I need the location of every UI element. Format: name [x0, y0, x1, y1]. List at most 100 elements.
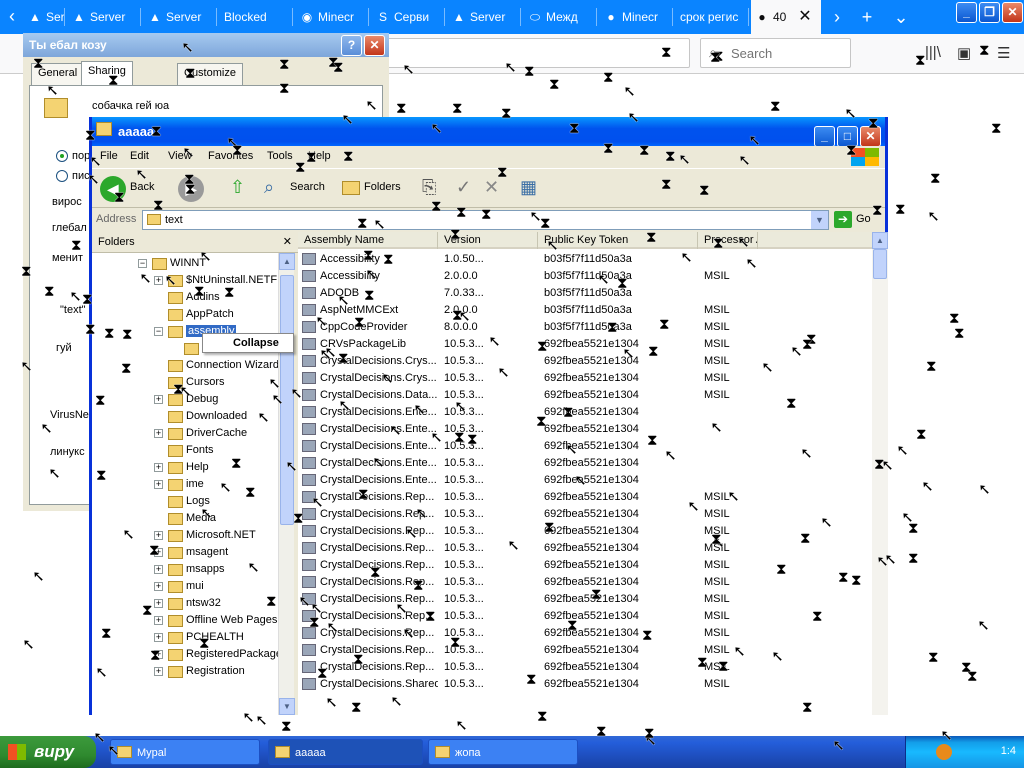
menu-edit[interactable]: Edit [130, 150, 149, 162]
tree-item[interactable]: Logs [154, 494, 278, 511]
tree-item[interactable]: + Offline Web Pages [154, 613, 278, 630]
table-row[interactable]: CrystalDecisions.Rep... 10.5.3... 692fbea5… [298, 523, 872, 540]
tab-sharing[interactable]: Sharing [81, 61, 133, 85]
expand-icon[interactable]: + [154, 582, 163, 591]
expand-icon[interactable]: + [154, 276, 163, 285]
tree-item[interactable]: + ime [154, 477, 278, 494]
table-row[interactable]: CrystalDecisions.Rep... 10.5.3... 692fbea5… [298, 625, 872, 642]
task-mypal[interactable]: Mypal [110, 739, 260, 765]
tray-app-icon[interactable] [936, 744, 952, 760]
close-icon[interactable]: ✕ [364, 35, 385, 56]
share-radio-1[interactable] [56, 150, 68, 162]
folders-icon[interactable] [342, 181, 360, 195]
tab-7[interactable]: ⬭ Межд [524, 0, 596, 34]
menu-file[interactable]: File [100, 150, 118, 162]
table-row[interactable]: CrystalDecisions.Rep... 10.5.3... 692fbea5… [298, 489, 872, 506]
go-button[interactable]: Go [856, 213, 871, 225]
tree-item[interactable]: + RegisteredPackages [154, 647, 288, 664]
minimize-icon[interactable]: _ [814, 126, 835, 147]
tab-4[interactable]: ◉ Minecr [296, 0, 368, 34]
folders-button[interactable]: Folders [364, 181, 401, 193]
expand-icon[interactable]: + [154, 531, 163, 540]
minimize-icon[interactable]: _ [956, 2, 977, 23]
expand-icon[interactable]: + [154, 463, 163, 472]
scroll-thumb[interactable] [873, 249, 887, 279]
close-tab-icon[interactable]: ✕ [793, 0, 817, 34]
collapse-menu-item[interactable]: Collapse [202, 333, 294, 353]
share-radio-2[interactable] [56, 170, 68, 182]
col-public-key-token[interactable]: Public Key Token [538, 232, 698, 249]
search-button[interactable]: Search [290, 181, 325, 193]
expand-icon[interactable]: + [154, 395, 163, 404]
tree-item[interactable]: + ntsw32 [154, 596, 278, 613]
table-row[interactable]: CRVsPackageLib 10.5.3... 692fbea5521e1304 M… [298, 336, 872, 353]
copy-to-icon[interactable]: ✓ [456, 177, 471, 198]
expand-icon[interactable]: + [154, 616, 163, 625]
tree-item[interactable]: Fonts [154, 443, 278, 460]
table-row[interactable]: CrystalDecisions.Crys... 10.5.3... 692fbea… [298, 353, 872, 370]
tree-item[interactable]: + Microsoft.NET [154, 528, 278, 545]
table-row[interactable]: CrystalDecisions.Ente... 10.5.3... 692fbea… [298, 421, 872, 438]
tree-item[interactable]: Media [154, 511, 278, 528]
expand-icon[interactable]: + [154, 480, 163, 489]
scroll-up-icon[interactable]: ▲ [872, 232, 888, 249]
menu-tools[interactable]: Tools [267, 150, 293, 162]
table-row[interactable]: AspNetMMCExt 2.0.0.0 b03f5f7f11d50a3a MSIL [298, 302, 872, 319]
tree-item[interactable]: Connection Wizard [154, 358, 279, 375]
tab-8[interactable]: ● Minecr [600, 0, 672, 34]
table-row[interactable]: Accessibility 2.0.0.0 b03f5f7f11d50a3a MSIL [298, 268, 872, 285]
url-bar[interactable] [385, 38, 690, 68]
new-tab-icon[interactable]: + [854, 0, 880, 34]
tree-item[interactable]: AppPatch [154, 307, 278, 324]
table-row[interactable]: CrystalDecisions.Rep... 10.5.3... 692fbea5… [298, 540, 872, 557]
table-row[interactable]: CrystalDecisions.Rep... 10.5.3... 692fbea5… [298, 591, 872, 608]
library-icon[interactable]: |||\ [925, 44, 941, 61]
tab-5[interactable]: S Серви [372, 0, 444, 34]
tab-3[interactable]: Blocked [220, 0, 292, 34]
up-folder-icon[interactable]: ⇧ [230, 177, 245, 198]
task-aaaaa[interactable]: aaaaa [268, 739, 423, 765]
table-row[interactable]: CrystalDecisions.Rep... 10.5.3... 692fbea5… [298, 659, 872, 676]
scroll-tabs-right-icon[interactable]: › [824, 0, 850, 34]
expand-icon[interactable]: + [154, 429, 163, 438]
window-title-bar[interactable]: aaaaa _ □ ✕ [92, 117, 885, 147]
expand-icon[interactable]: + [154, 599, 163, 608]
expand-icon[interactable]: + [154, 633, 163, 642]
tree-item[interactable]: + mui [154, 579, 278, 596]
start-button[interactable]: виру [0, 736, 96, 768]
expand-icon[interactable]: + [154, 565, 163, 574]
tab-2[interactable]: ▲ Server [144, 0, 216, 34]
tab-list-chevron-icon[interactable]: ⌄ [888, 0, 914, 34]
views-icon[interactable]: ▦ [520, 177, 537, 198]
task-zhopa[interactable]: жопа [428, 739, 578, 765]
tree-item[interactable]: + Registration [154, 664, 278, 681]
tree-item[interactable]: + Help [154, 460, 278, 477]
chevron-down-icon[interactable]: ▼ [811, 211, 828, 229]
table-row[interactable]: CrystalDecisions.Rep... 10.5.3... 692fbea5… [298, 642, 872, 659]
collapse-icon[interactable]: − [138, 259, 147, 268]
scroll-up-icon[interactable]: ▲ [279, 253, 295, 270]
tab-9[interactable]: срок регис [676, 0, 748, 34]
tree-item[interactable]: + DriverCache [154, 426, 278, 443]
collapse-icon[interactable]: − [154, 327, 163, 336]
scroll-tabs-left-icon[interactable]: ‹ [0, 0, 24, 34]
table-row[interactable]: CrystalDecisions.Rep... 10.5.3... 692fbea5… [298, 506, 872, 523]
menu-favorites[interactable]: Favorites [208, 150, 253, 162]
table-row[interactable]: CppCodeProvider 8.0.0.0 b03f5f7f11d50a3a MS… [298, 319, 872, 336]
sidebar-icon[interactable]: ▣ [957, 44, 971, 62]
help-icon[interactable]: ? [341, 35, 362, 56]
tab-0[interactable]: ▲ Server [24, 0, 64, 34]
close-icon[interactable]: ✕ [283, 235, 292, 248]
tab-1[interactable]: ▲ Server [68, 0, 140, 34]
table-row[interactable]: ADODB 7.0.33... b03f5f7f11d50a3a [298, 285, 872, 302]
scroll-down-icon[interactable]: ▼ [279, 698, 295, 715]
table-row[interactable]: CrystalDecisions.Ente... 10.5.3... 692fbea… [298, 438, 872, 455]
table-row[interactable]: CrystalDecisions.Shared 10.5.3... 692fbea5… [298, 676, 872, 693]
menu-icon[interactable]: ☰ [997, 44, 1010, 62]
tree-scrollbar[interactable]: ▲ ▼ [278, 253, 295, 715]
restore-icon[interactable]: ❐ [979, 2, 1000, 23]
close-icon[interactable]: ✕ [1002, 2, 1023, 23]
tab-6[interactable]: ▲ Server [448, 0, 520, 34]
search-icon[interactable]: ⌕ [264, 177, 274, 198]
tree-item[interactable]: Addins [154, 290, 278, 307]
